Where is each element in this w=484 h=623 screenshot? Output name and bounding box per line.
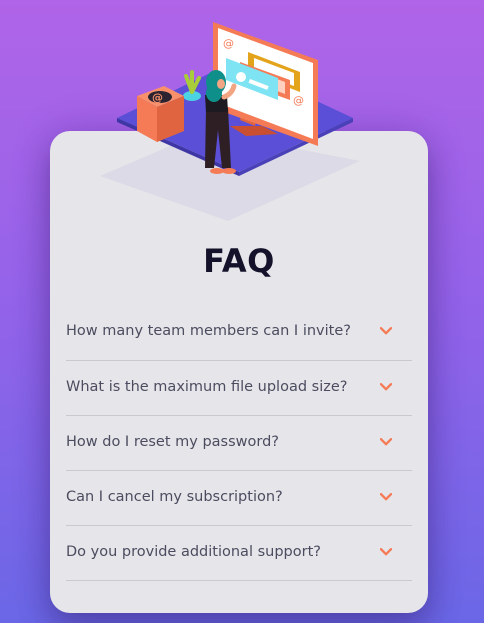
screen-at-glyph-bottom: @ bbox=[293, 94, 304, 107]
faq-item-file-upload[interactable]: What is the maximum file upload size? bbox=[66, 361, 412, 416]
faq-item-cancel-subscription[interactable]: Can I cancel my subscription? bbox=[66, 471, 412, 526]
chevron-down-icon[interactable] bbox=[380, 438, 392, 446]
faq-list: How many team members can I invite? What… bbox=[66, 305, 412, 581]
chevron-down-icon[interactable] bbox=[380, 383, 392, 391]
faq-card: FAQ How many team members can I invite? … bbox=[50, 131, 428, 613]
illustration-shadow bbox=[50, 131, 428, 251]
faq-item-additional-support[interactable]: Do you provide additional support? bbox=[66, 526, 412, 581]
faq-item-reset-password[interactable]: How do I reset my password? bbox=[66, 416, 412, 471]
monitor-frame bbox=[213, 22, 318, 146]
box-at-glyph: @ bbox=[152, 91, 163, 104]
chevron-down-icon[interactable] bbox=[380, 327, 392, 335]
woman-hair bbox=[206, 70, 226, 94]
chevron-down-icon[interactable] bbox=[380, 548, 392, 556]
faq-question[interactable]: Can I cancel my subscription? bbox=[66, 489, 283, 505]
chat-bubble-blue bbox=[226, 58, 278, 100]
box-top bbox=[137, 86, 184, 107]
faq-question[interactable]: How many team members can I invite? bbox=[66, 323, 351, 339]
woman-torso bbox=[205, 95, 228, 112]
page-title: FAQ bbox=[203, 242, 275, 280]
faq-question[interactable]: What is the maximum file upload size? bbox=[66, 379, 347, 395]
faq-question[interactable]: Do you provide additional support? bbox=[66, 544, 321, 560]
monitor-screen bbox=[218, 28, 313, 139]
chat-bubble-yellow bbox=[248, 52, 300, 92]
faq-item-team-members[interactable]: How many team members can I invite? bbox=[66, 305, 412, 361]
faq-question[interactable]: How do I reset my password? bbox=[66, 434, 279, 450]
screen-at-glyph-top: @ bbox=[223, 37, 234, 50]
chevron-down-icon[interactable] bbox=[380, 493, 392, 501]
chat-bubble-orange bbox=[240, 62, 290, 100]
plant-leaves bbox=[184, 70, 201, 94]
